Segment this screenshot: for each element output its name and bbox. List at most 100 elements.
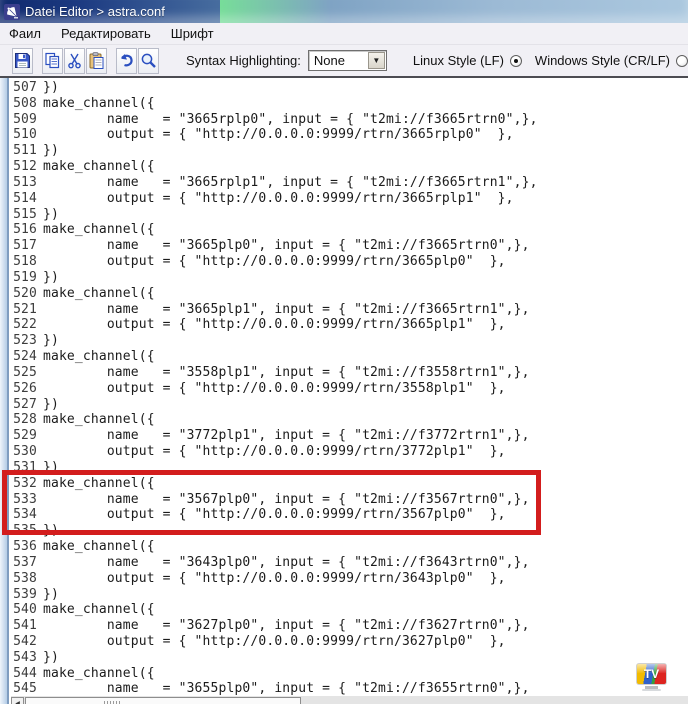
cut-button[interactable] bbox=[64, 48, 85, 74]
line-number: 516 bbox=[11, 222, 37, 238]
menu-font[interactable]: Шрифт bbox=[161, 24, 224, 43]
line-text: output = { "http://0.0.0.0:9999/rtrn/364… bbox=[43, 571, 506, 587]
code-line[interactable]: 525 name = "3558plp1", input = { "t2mi:/… bbox=[11, 365, 688, 381]
line-number: 524 bbox=[11, 349, 37, 365]
line-text: name = "3627plp0", input = { "t2mi://f36… bbox=[43, 618, 530, 634]
paste-button[interactable] bbox=[86, 48, 107, 74]
undo-arrow-icon bbox=[117, 51, 136, 70]
code-line[interactable]: 527}) bbox=[11, 397, 688, 413]
line-number: 545 bbox=[11, 681, 37, 696]
code-line[interactable]: 531}) bbox=[11, 460, 688, 476]
code-line[interactable]: 518 output = { "http://0.0.0.0:9999/rtrn… bbox=[11, 254, 688, 270]
window-title: Datei Editor > astra.conf bbox=[25, 4, 165, 19]
arrow-left-icon: ◀ bbox=[15, 700, 20, 704]
code-line[interactable]: 523}) bbox=[11, 333, 688, 349]
code-line[interactable]: 538 output = { "http://0.0.0.0:9999/rtrn… bbox=[11, 571, 688, 587]
code-line[interactable]: 524make_channel({ bbox=[11, 349, 688, 365]
code-line[interactable]: 511}) bbox=[11, 143, 688, 159]
line-number: 540 bbox=[11, 602, 37, 618]
code-line[interactable]: 515}) bbox=[11, 207, 688, 223]
line-number: 525 bbox=[11, 365, 37, 381]
line-number: 530 bbox=[11, 444, 37, 460]
line-number: 515 bbox=[11, 207, 37, 223]
windows-style-radio[interactable] bbox=[676, 55, 688, 67]
code-line[interactable]: 517 name = "3665plp0", input = { "t2mi:/… bbox=[11, 238, 688, 254]
code-line[interactable]: 528make_channel({ bbox=[11, 412, 688, 428]
code-line[interactable]: 541 name = "3627plp0", input = { "t2mi:/… bbox=[11, 618, 688, 634]
code-line[interactable]: 514 output = { "http://0.0.0.0:9999/rtrn… bbox=[11, 191, 688, 207]
linux-style-radio[interactable] bbox=[510, 55, 522, 67]
code-line[interactable]: 529 name = "3772plp1", input = { "t2mi:/… bbox=[11, 428, 688, 444]
horizontal-scrollbar[interactable]: ◀ bbox=[11, 696, 688, 704]
line-text: }) bbox=[43, 80, 59, 96]
line-text: output = { "http://0.0.0.0:9999/rtrn/366… bbox=[43, 254, 506, 270]
code-line[interactable]: 522 output = { "http://0.0.0.0:9999/rtrn… bbox=[11, 317, 688, 333]
undo-button[interactable] bbox=[116, 48, 137, 74]
code-line[interactable]: 534 output = { "http://0.0.0.0:9999/rtrn… bbox=[11, 507, 688, 523]
line-text: make_channel({ bbox=[43, 286, 155, 302]
line-number: 520 bbox=[11, 286, 37, 302]
code-line[interactable]: 510 output = { "http://0.0.0.0:9999/rtrn… bbox=[11, 127, 688, 143]
code-line[interactable]: 544make_channel({ bbox=[11, 666, 688, 682]
line-text: make_channel({ bbox=[43, 602, 155, 618]
line-number: 521 bbox=[11, 302, 37, 318]
code-line[interactable]: 545 name = "3655plp0", input = { "t2mi:/… bbox=[11, 681, 688, 696]
code-line[interactable]: 542 output = { "http://0.0.0.0:9999/rtrn… bbox=[11, 634, 688, 650]
syntax-highlighting-select[interactable]: None ▼ bbox=[308, 50, 387, 71]
line-number: 511 bbox=[11, 143, 37, 159]
line-text: name = "3665plp1", input = { "t2mi://f36… bbox=[43, 302, 530, 318]
line-number: 507 bbox=[11, 80, 37, 96]
line-text: make_channel({ bbox=[43, 539, 155, 555]
code-line[interactable]: 512make_channel({ bbox=[11, 159, 688, 175]
line-text: }) bbox=[43, 523, 59, 539]
line-text: output = { "http://0.0.0.0:9999/rtrn/355… bbox=[43, 381, 506, 397]
line-text: make_channel({ bbox=[43, 666, 155, 682]
line-text: name = "3643plp0", input = { "t2mi://f36… bbox=[43, 555, 530, 571]
code-line[interactable]: 520 make_channel({ bbox=[11, 286, 688, 302]
code-line[interactable]: 508make_channel({ bbox=[11, 96, 688, 112]
code-line[interactable]: 537 name = "3643plp0", input = { "t2mi:/… bbox=[11, 555, 688, 571]
code-line[interactable]: 516make_channel({ bbox=[11, 222, 688, 238]
line-number: 519 bbox=[11, 270, 37, 286]
code-line[interactable]: 526 output = { "http://0.0.0.0:9999/rtrn… bbox=[11, 381, 688, 397]
line-text: }) bbox=[43, 650, 59, 666]
code-line[interactable]: 543}) bbox=[11, 650, 688, 666]
code-line[interactable]: 536make_channel({ bbox=[11, 539, 688, 555]
combo-dropdown-button[interactable]: ▼ bbox=[368, 52, 385, 69]
code-line[interactable]: 539}) bbox=[11, 587, 688, 603]
menu-file[interactable]: Фаил bbox=[0, 24, 51, 43]
code-line[interactable]: 519}) bbox=[11, 270, 688, 286]
line-text: output = { "http://0.0.0.0:9999/rtrn/366… bbox=[43, 317, 506, 333]
line-number: 534 bbox=[11, 507, 37, 523]
copy-button[interactable] bbox=[42, 48, 63, 74]
scrollbar-thumb[interactable] bbox=[25, 697, 301, 704]
scroll-left-button[interactable]: ◀ bbox=[11, 697, 24, 704]
code-line[interactable]: 509 name = "3665rplp0", input = { "t2mi:… bbox=[11, 112, 688, 128]
menu-bar: Фаил Редактировать Шрифт bbox=[0, 23, 688, 45]
line-number: 518 bbox=[11, 254, 37, 270]
code-line[interactable]: 532make_channel({ bbox=[11, 476, 688, 492]
line-number: 510 bbox=[11, 127, 37, 143]
code-line[interactable]: 521 name = "3665plp1", input = { "t2mi:/… bbox=[11, 302, 688, 318]
line-text: }) bbox=[43, 207, 59, 223]
code-line[interactable]: 540 make_channel({ bbox=[11, 602, 688, 618]
code-line[interactable]: 513 name = "3665rplp1", input = { "t2mi:… bbox=[11, 175, 688, 191]
save-button[interactable] bbox=[12, 48, 33, 74]
code-line[interactable]: 533 name = "3567plp0", input = { "t2mi:/… bbox=[11, 492, 688, 508]
syntax-highlighting-label: Syntax Highlighting: bbox=[186, 53, 301, 68]
line-text: name = "3655plp0", input = { "t2mi://f36… bbox=[43, 681, 530, 696]
line-text: make_channel({ bbox=[43, 412, 155, 428]
code-line[interactable]: 507}) bbox=[11, 80, 688, 96]
magnifier-search-icon bbox=[139, 51, 158, 70]
menu-edit[interactable]: Редактировать bbox=[51, 24, 161, 43]
code-area[interactable]: 507})508make_channel({509 name = "3665rp… bbox=[11, 78, 688, 696]
code-line[interactable]: 535}) bbox=[11, 523, 688, 539]
search-button[interactable] bbox=[138, 48, 159, 74]
line-number: 509 bbox=[11, 112, 37, 128]
code-line[interactable]: 530 output = { "http://0.0.0.0:9999/rtrn… bbox=[11, 444, 688, 460]
line-number: 523 bbox=[11, 333, 37, 349]
line-text: make_channel({ bbox=[43, 96, 155, 112]
line-number: 529 bbox=[11, 428, 37, 444]
line-text: name = "3567plp0", input = { "t2mi://f35… bbox=[43, 492, 530, 508]
clipboard-paste-icon bbox=[87, 51, 106, 70]
